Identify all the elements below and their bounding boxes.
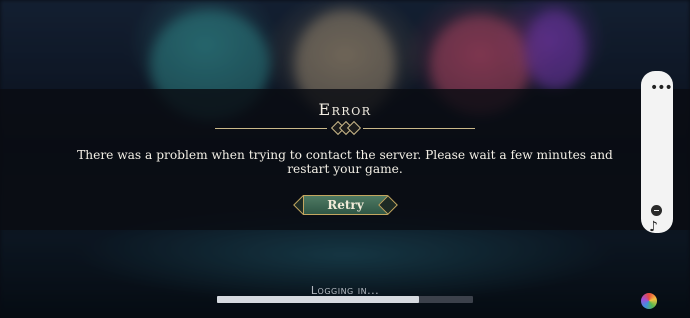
more-icon[interactable]: ••• <box>650 81 673 95</box>
loading-progress-bar <box>217 296 473 303</box>
minus-icon[interactable] <box>651 205 662 216</box>
color-wheel-icon[interactable] <box>641 293 657 309</box>
music-icon[interactable]: ♪ <box>649 219 658 235</box>
retry-button[interactable]: Retry <box>303 195 388 215</box>
dialog-title: Error <box>318 100 372 119</box>
error-message: There was a problem when trying to conta… <box>77 148 613 176</box>
retry-button-wrapper[interactable]: Retry <box>293 195 398 215</box>
loading-progress-fill <box>217 296 420 303</box>
floating-side-panel[interactable]: ••• ♪ <box>641 71 673 235</box>
title-divider <box>215 120 475 136</box>
